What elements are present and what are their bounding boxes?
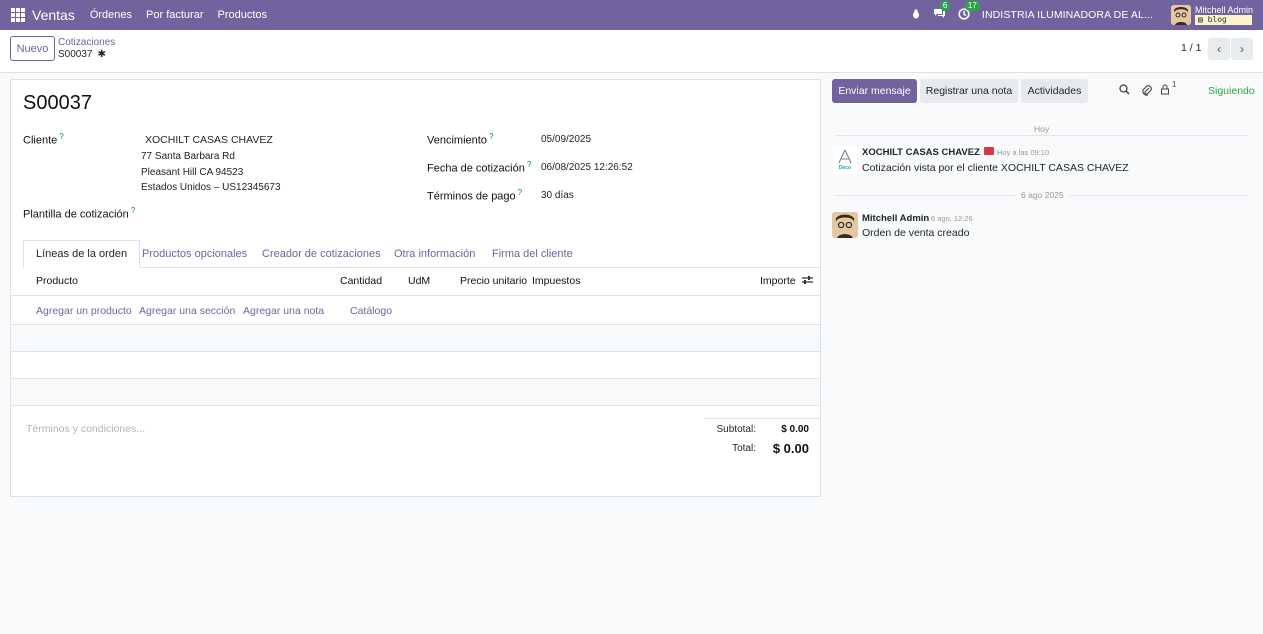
activities-button[interactable]: Actividades — [1021, 79, 1088, 103]
terms-conditions-field[interactable]: Términos y condiciones... — [26, 423, 145, 435]
column-taxes[interactable]: Impuestos — [532, 275, 580, 287]
column-quantity[interactable]: Cantidad — [340, 275, 382, 287]
quote-date-label: Fecha de cotización? — [427, 160, 532, 175]
tab-order-lines[interactable]: Líneas de la orden — [23, 240, 141, 268]
chat-badge: 6 — [939, 1, 951, 11]
date-separator — [835, 135, 1249, 136]
quote-date-field[interactable]: 06/08/2025 12:26:52 — [541, 162, 633, 173]
message-body: Cotización vista por el cliente XOCHILT … — [862, 162, 1129, 174]
record-title: S00037 — [23, 92, 92, 114]
total-label: Total: — [732, 443, 756, 454]
add-product-link[interactable]: Agregar un producto — [36, 305, 132, 317]
table-row — [11, 352, 820, 379]
table-row — [11, 325, 820, 352]
help-icon[interactable]: ? — [59, 132, 63, 141]
menu-item-to-invoice[interactable]: Por facturar — [146, 9, 203, 21]
subtotal-label: Subtotal: — [716, 424, 756, 435]
activity-badge: 17 — [964, 0, 980, 11]
activity-clock-icon[interactable]: 17 — [958, 0, 980, 23]
user-name: Mitchell Admin — [1194, 5, 1253, 15]
following-button[interactable]: Siguiendo — [1208, 85, 1255, 97]
help-icon[interactable]: ? — [489, 132, 493, 141]
pager-next-button[interactable]: › — [1231, 38, 1253, 60]
total-value: $ 0.00 — [772, 441, 809, 456]
partner-avatar[interactable]: Deco — [833, 146, 857, 174]
address-line-3: Estados Unidos – US12345673 — [141, 182, 281, 193]
address-line-2: Pleasant Hill CA 94523 — [141, 167, 244, 178]
top-navbar: Ventas Órdenes Por facturar Productos 6 … — [0, 0, 1263, 30]
menu-item-orders[interactable]: Órdenes — [90, 9, 132, 21]
tab-other-info[interactable]: Otra información — [382, 240, 487, 268]
apps-menu-icon[interactable] — [11, 8, 25, 22]
tab-customer-signature[interactable]: Firma del cliente — [480, 240, 585, 268]
notebook-tabs: Líneas de la orden Productos opcionales … — [23, 240, 821, 268]
date-separator-label: Hoy — [1029, 124, 1055, 134]
tab-quotation-builder[interactable]: Creador de cotizaciones — [250, 240, 393, 268]
template-label: Plantilla de cotización? — [23, 206, 136, 221]
followers-icon[interactable]: 1 — [1160, 80, 1176, 98]
expiration-field[interactable]: 05/09/2025 — [541, 134, 591, 145]
date-separator-label: 6 ago 2025 — [1016, 190, 1069, 200]
database-badge: ▤ blog — [1194, 15, 1252, 25]
breadcrumb-quotations[interactable]: Cotizaciones — [58, 37, 115, 48]
message-body: Orden de venta creado — [862, 227, 970, 239]
table-row — [11, 379, 820, 406]
add-note-link[interactable]: Agregar una nota — [243, 305, 324, 317]
customer-label: Cliente? — [23, 132, 64, 147]
followers-count: 1 — [1172, 80, 1177, 89]
author-avatar[interactable] — [832, 212, 858, 238]
payment-terms-label: Términos de pago? — [427, 188, 523, 203]
add-section-link[interactable]: Agregar una sección — [139, 305, 235, 317]
help-icon[interactable]: ? — [131, 206, 135, 215]
address-line-1: 77 Santa Barbara Rd — [141, 151, 235, 162]
column-product[interactable]: Producto — [36, 275, 78, 287]
user-avatar[interactable] — [1170, 5, 1191, 25]
customer-field[interactable]: XOCHILT CASAS CHAVEZ — [145, 134, 273, 146]
payment-terms-field[interactable]: 30 días — [541, 190, 574, 201]
pager-value[interactable]: 1 / 1 — [1181, 42, 1201, 54]
column-uom[interactable]: UdM — [408, 275, 430, 287]
user-menu[interactable]: Mitchell Admin ▤ blog — [1194, 5, 1253, 25]
message-time: 6 ago, 12:26 — [931, 214, 973, 223]
database-name: blog — [1207, 15, 1227, 24]
chevron-right-icon: › — [1240, 42, 1244, 56]
table-header-divider — [11, 295, 820, 296]
search-icon[interactable] — [1119, 84, 1130, 98]
column-amount[interactable]: Importe — [760, 275, 796, 287]
chat-icon[interactable]: 6 — [933, 1, 951, 22]
subtotal-value: $ 0.00 — [781, 424, 809, 435]
gear-icon[interactable]: ✱ — [97, 49, 105, 60]
menu-item-products[interactable]: Productos — [218, 9, 268, 21]
form-sheet: S00037 Cliente? XOCHILT CASAS CHAVEZ 77 … — [10, 79, 821, 497]
catalog-link[interactable]: Catálogo — [350, 305, 392, 317]
column-settings-icon[interactable] — [802, 275, 813, 288]
new-button[interactable]: Nuevo — [10, 36, 55, 61]
send-message-button[interactable]: Enviar mensaje — [832, 79, 917, 103]
bug-icon[interactable] — [911, 8, 921, 22]
log-note-button[interactable]: Registrar una nota — [920, 79, 1018, 103]
message-author[interactable]: XOCHILT CASAS CHAVEZ — [862, 147, 980, 158]
control-panel: Nuevo Cotizaciones S00037 ✱ 1 / 1 ‹ › — [0, 30, 1263, 73]
expiration-label: Vencimiento? — [427, 132, 494, 147]
chevron-left-icon: ‹ — [1217, 42, 1221, 56]
partner-logo-text: Deco — [838, 165, 852, 171]
help-icon[interactable]: ? — [527, 160, 531, 169]
breadcrumb-current: S00037 ✱ — [58, 49, 106, 60]
message-author[interactable]: Mitchell Admin — [862, 213, 929, 224]
company-switcher[interactable]: INDISTRIA ILUMINADORA DE AL... — [982, 9, 1153, 21]
app-name[interactable]: Ventas — [32, 7, 75, 23]
breadcrumb-current-label: S00037 — [58, 49, 93, 60]
tab-optional-products[interactable]: Productos opcionales — [130, 240, 259, 268]
totals-divider — [704, 418, 820, 419]
envelope-icon — [984, 147, 994, 155]
paperclip-icon[interactable] — [1141, 84, 1152, 99]
column-unit-price[interactable]: Precio unitario — [460, 275, 527, 287]
help-icon[interactable]: ? — [518, 188, 522, 197]
message-time: Hoy a las 09:10 — [997, 148, 1050, 157]
pager-prev-button[interactable]: ‹ — [1208, 38, 1230, 60]
